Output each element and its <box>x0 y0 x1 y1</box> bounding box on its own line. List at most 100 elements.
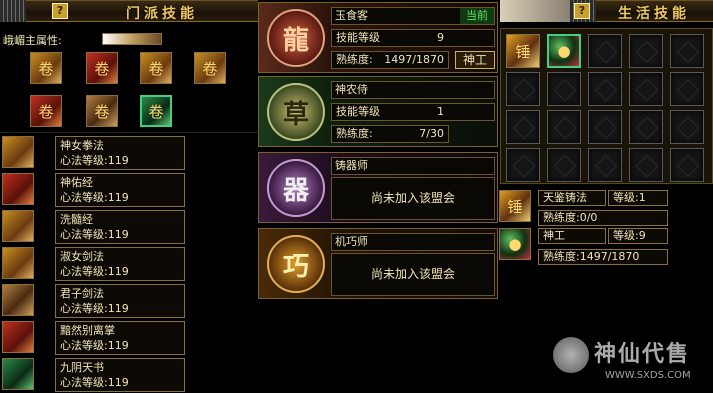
mantra-slot[interactable]: 卷 <box>30 52 62 84</box>
skill-name: 君子剑法 <box>60 287 104 300</box>
mantra-slot[interactable]: 卷 <box>86 52 118 84</box>
dragon-emblem-icon: 龍 <box>267 9 325 67</box>
decorative-art <box>500 0 570 22</box>
profession-panel-cook[interactable]: 龍 玉食客 当前 技能等级 9 熟练度: 1497/1870 神工 <box>258 2 498 73</box>
skill-name: 神佑经 <box>60 176 93 189</box>
empty-slot[interactable] <box>629 148 663 182</box>
empty-slot[interactable] <box>547 72 581 106</box>
empty-slot[interactable] <box>588 110 622 144</box>
skill-level-value: 9 <box>437 31 444 44</box>
skill-level-value: 1 <box>437 105 444 118</box>
life-skill-name: 神工 <box>538 228 606 244</box>
skill-name: 洗髓经 <box>60 213 93 226</box>
right-title-bar: ? 生活技能 <box>574 0 713 22</box>
skill-entry[interactable]: 神女拳法 心法等级:119 <box>55 136 185 170</box>
profession-panel-farmer[interactable]: 草 神农侍 技能等级 1 熟练度: 7/30 <box>258 76 498 147</box>
proficiency-value: 1497/1870 <box>384 53 444 66</box>
skill-entry[interactable]: 九阴天书 心法等级:119 <box>55 358 185 392</box>
skill-icon[interactable] <box>2 173 34 205</box>
skill-entry[interactable]: 君子剑法 心法等级:119 <box>55 284 185 318</box>
hammer-icon: 锤 <box>507 35 539 67</box>
empty-slot[interactable] <box>670 148 704 182</box>
life-skill-icon[interactable]: ● <box>499 228 531 260</box>
life-skill-proficiency: 熟练度:0/0 <box>538 210 668 226</box>
proficiency-value: 7/30 <box>419 127 444 140</box>
empty-slot[interactable] <box>547 148 581 182</box>
skill-entry[interactable]: 洗髓经 心法等级:119 <box>55 210 185 244</box>
orb-icon: ● <box>500 229 530 259</box>
watermark-logo <box>553 337 589 373</box>
skill-level-row: 技能等级 1 <box>331 103 495 121</box>
proficiency-label: 熟练度: <box>336 53 373 66</box>
skill-level-row: 技能等级 9 <box>331 29 495 47</box>
mantra-slot[interactable]: 卷 <box>140 52 172 84</box>
skill-name: 神女拳法 <box>60 139 104 152</box>
proficiency-label: 熟练度: <box>336 127 373 140</box>
skill-icon[interactable] <box>2 136 34 168</box>
hammer-icon: 锤 <box>500 191 530 221</box>
empty-slot[interactable] <box>629 34 663 68</box>
life-skill-slot[interactable]: ● <box>547 34 581 68</box>
skill-entry[interactable]: 淑女剑法 心法等级:119 <box>55 247 185 281</box>
empty-slot[interactable] <box>547 110 581 144</box>
attribute-icons <box>102 33 162 45</box>
skill-icon[interactable] <box>2 247 34 279</box>
empty-slot[interactable] <box>506 148 540 182</box>
skill-level: 心法等级:119 <box>60 339 129 352</box>
life-skill-slot[interactable]: 锤 <box>506 34 540 68</box>
profession-panel-forger[interactable]: 器 铸器师 尚未加入该盟会 <box>258 152 498 223</box>
empty-slot[interactable] <box>629 72 663 106</box>
skill-icon[interactable] <box>2 358 34 390</box>
skill-entry[interactable]: 神佑经 心法等级:119 <box>55 173 185 207</box>
skill-icon[interactable] <box>2 210 34 242</box>
watermark-url: WWW.SXDS.COM <box>605 370 691 381</box>
main-attribute-label: 峨嵋主属性: <box>3 34 62 47</box>
life-skill-level: 等级:9 <box>608 228 668 244</box>
profession-name: 机巧师 <box>331 233 495 251</box>
life-skill-level: 等级:1 <box>608 190 668 206</box>
mantra-slot[interactable]: 卷 <box>140 95 172 127</box>
empty-slot[interactable] <box>670 110 704 144</box>
green-scroll-icon <box>3 359 33 389</box>
scroll-icon <box>3 174 33 204</box>
skill-icon[interactable] <box>2 284 34 316</box>
skill-name: 淑女剑法 <box>60 250 104 263</box>
panel-title: 门派技能 <box>126 6 198 22</box>
empty-slot[interactable] <box>588 34 622 68</box>
book-icon <box>3 137 33 167</box>
herb-emblem-icon: 草 <box>267 83 325 141</box>
profession-name-text: 玉食客 <box>335 9 368 22</box>
profession-name: 铸器师 <box>331 157 495 175</box>
empty-slot[interactable] <box>588 148 622 182</box>
skill-level-label: 技能等级 <box>336 105 380 118</box>
skill-entry[interactable]: 黯然别离掌 心法等级:119 <box>55 321 185 355</box>
empty-slot[interactable] <box>506 110 540 144</box>
empty-slot[interactable] <box>670 34 704 68</box>
empty-slot[interactable] <box>670 72 704 106</box>
skill-level: 心法等级:119 <box>60 191 129 204</box>
watermark-text: 神仙代售 <box>594 342 691 367</box>
divider <box>0 132 258 133</box>
profession-panel-mechanic[interactable]: 巧 机巧师 尚未加入该盟会 <box>258 228 498 299</box>
help-button[interactable]: ? <box>52 3 68 19</box>
skill-level: 心法等级:119 <box>60 302 129 315</box>
scroll-icon <box>3 285 33 315</box>
book-icon <box>3 211 33 241</box>
not-joined-message: 尚未加入该盟会 <box>331 177 495 220</box>
mantra-slot[interactable]: 卷 <box>86 95 118 127</box>
empty-slot[interactable] <box>629 110 663 144</box>
mantra-slot[interactable]: 卷 <box>194 52 226 84</box>
help-button[interactable]: ? <box>574 3 590 19</box>
empty-slot[interactable] <box>588 72 622 106</box>
life-skill-icon[interactable]: 锤 <box>499 190 531 222</box>
mantra-slot[interactable]: 卷 <box>30 95 62 127</box>
profession-name: 神农侍 <box>331 81 495 99</box>
skill-icon[interactable] <box>2 321 34 353</box>
current-badge: 当前 <box>460 8 494 24</box>
green-scroll-icon: 卷 <box>142 97 170 125</box>
left-title-bar: ? 门派技能 <box>26 0 258 22</box>
empty-slot[interactable] <box>506 72 540 106</box>
book-icon: 卷 <box>31 96 61 126</box>
title-badge-button[interactable]: 神工 <box>455 51 495 69</box>
skill-level: 心法等级:119 <box>60 228 129 241</box>
